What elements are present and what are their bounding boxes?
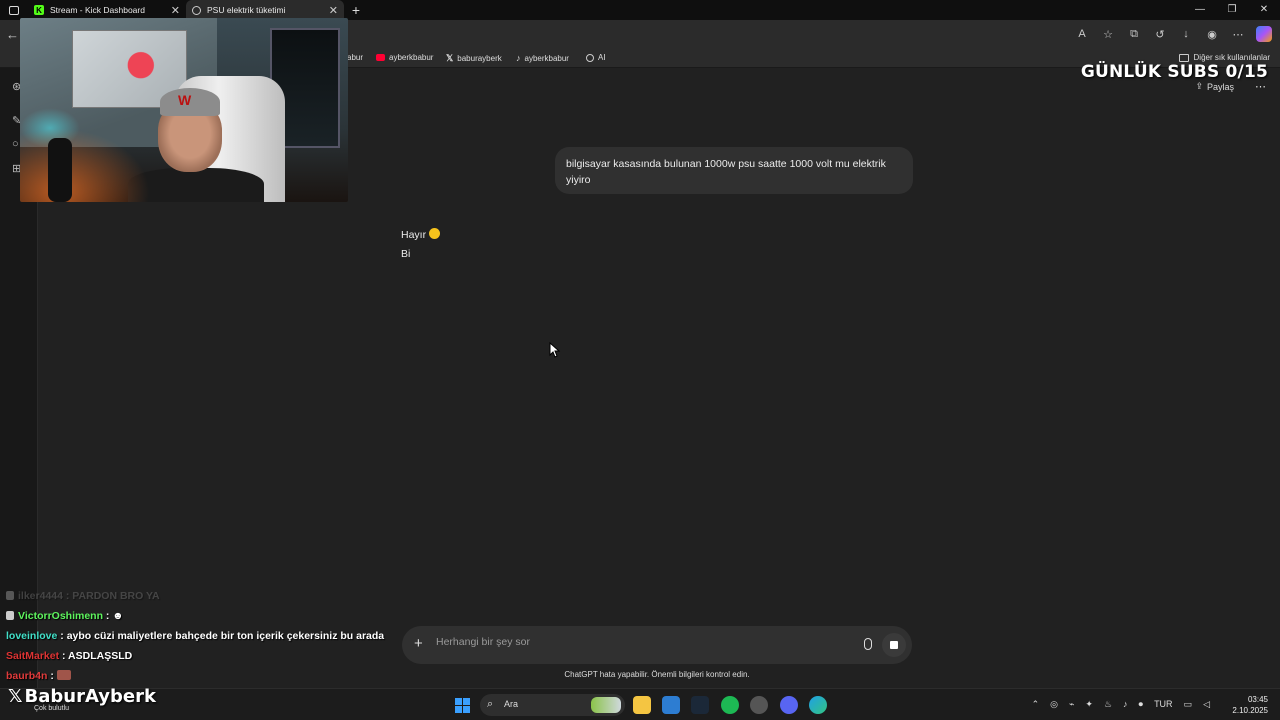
download-icon[interactable]: ↓ <box>1178 26 1194 42</box>
share-icon: ⇪ <box>1195 81 1203 91</box>
smile-emoji-icon <box>429 228 441 239</box>
x-logo-icon: 𝕏 <box>8 686 23 707</box>
youtube-icon <box>376 54 385 61</box>
kick-icon: K <box>34 5 44 15</box>
chatgpt-icon <box>192 5 201 15</box>
close-tab-icon[interactable]: ✕ <box>329 4 338 17</box>
close-window-button[interactable]: ✕ <box>1248 0 1280 20</box>
emote-icon: ☻ <box>112 610 124 622</box>
chatgpt-icon <box>586 53 594 62</box>
weather-text: Çok bulutlu <box>34 705 70 712</box>
dictate-mic-icon[interactable] <box>864 638 872 650</box>
start-button[interactable] <box>455 698 470 713</box>
chat-message: SaitMarket : ASDLAŞSLD <box>6 650 133 662</box>
search-highlight-image <box>591 697 621 713</box>
stop-icon <box>890 641 898 649</box>
emote-icon <box>56 670 71 680</box>
new-tab-button[interactable]: + <box>344 2 368 18</box>
mic-tray-icon[interactable]: ⏺ <box>1139 699 1144 710</box>
tab-bar: K Stream - Kick Dashboard ✕ PSU elektrik… <box>0 0 1280 20</box>
language-indicator[interactable]: TUR <box>1154 699 1173 710</box>
close-tab-icon[interactable]: ✕ <box>171 4 180 17</box>
tray-app-icon[interactable]: ✦ <box>1085 699 1093 710</box>
speaker-icon[interactable]: ◁ <box>1203 699 1210 710</box>
stream-chat: ilker4444 : PARDON BRO YA VictorrOshimen… <box>6 586 406 686</box>
copilot-icon[interactable] <box>1256 26 1272 42</box>
more-menu-icon[interactable]: ⋯ <box>1230 26 1246 42</box>
prompt-composer: + <box>402 626 912 664</box>
spotify-icon[interactable] <box>721 696 739 714</box>
subs-goal: GÜNLÜK SUBS 0/15 <box>1080 62 1268 82</box>
volume-icon[interactable]: ♪ <box>1123 699 1128 710</box>
favorite-star-icon[interactable]: ☆ <box>1100 26 1116 42</box>
window-controls: — ❐ ✕ <box>1184 0 1280 20</box>
search-chats-icon[interactable]: ○ <box>12 138 19 150</box>
webcam-overlay: W <box>20 18 348 202</box>
minimize-button[interactable]: — <box>1184 0 1216 20</box>
brand-logo: 𝕏 BaburAyberk <box>8 686 156 707</box>
attach-plus-icon[interactable]: + <box>414 635 423 652</box>
bookmark-x[interactable]: 𝕏baburayberk <box>446 53 502 64</box>
network-icon[interactable]: ▭ <box>1184 699 1193 710</box>
clock[interactable]: 03:45 2.10.2025 <box>1232 694 1268 716</box>
profile-icon[interactable]: ◉ <box>1204 26 1220 42</box>
file-explorer-icon[interactable] <box>633 696 651 714</box>
system-tray: ⌃ ◎ ⌁ ✦ ♨ ♪ ⏺ TUR ▭ ◁ <box>1032 699 1210 710</box>
user-message: bilgisayar kasasında bulunan 1000w psu s… <box>555 147 913 194</box>
discord-icon[interactable] <box>780 696 798 714</box>
tab-psu[interactable]: PSU elektrik tüketimi ✕ <box>186 0 344 20</box>
tiktok-icon: ♪ <box>516 53 521 63</box>
store-icon[interactable] <box>662 696 680 714</box>
edge-icon[interactable] <box>809 696 827 714</box>
badge-icon <box>6 591 14 600</box>
chat-message: ilker4444 : PARDON BRO YA <box>6 586 406 606</box>
tray-app-icon[interactable]: ⌁ <box>1069 699 1074 710</box>
x-icon: 𝕏 <box>446 53 454 63</box>
taskbar-search[interactable]: ⌕ Ara <box>480 694 625 716</box>
maximize-button[interactable]: ❐ <box>1216 0 1248 20</box>
tray-app-icon[interactable]: ◎ <box>1050 699 1058 710</box>
folder-icon <box>1178 53 1189 62</box>
history-icon[interactable]: ↺ <box>1152 26 1168 42</box>
bookmark-youtube[interactable]: ayberkbabur <box>376 53 433 62</box>
share-button[interactable]: ⇪ Paylaş <box>1195 81 1234 92</box>
app-icon[interactable] <box>750 696 768 714</box>
tab-actions-button[interactable] <box>0 0 28 20</box>
badge-icon <box>6 611 14 620</box>
bookmark-tiktok[interactable]: ♪ ayberkbabur <box>516 53 569 63</box>
conversation-menu-icon[interactable]: ⋯ <box>1255 80 1266 93</box>
microphone <box>48 138 72 202</box>
extensions-icon[interactable]: ⧉ <box>1126 26 1142 42</box>
search-icon: ⌕ <box>487 698 494 710</box>
bookmark-item[interactable]: abur <box>347 53 363 62</box>
steam-tray-icon[interactable]: ♨ <box>1104 699 1112 710</box>
toolbar-icons: A ☆ ⧉ ↺ ↓ ◉ ⋯ <box>1074 26 1272 42</box>
bookmark-ai[interactable]: AI <box>586 53 606 62</box>
assistant-message: Hayır Bi <box>401 226 441 264</box>
windows-taskbar: ⌕ Ara ⌃ ◎ ⌁ ✦ ♨ ♪ ⏺ TUR ▭ ◁ 03:45 2.10.2… <box>0 688 1280 720</box>
chat-message: baurb4n : <box>6 666 406 686</box>
read-aloud-icon[interactable]: A <box>1074 26 1090 42</box>
steam-icon[interactable] <box>691 696 709 714</box>
prompt-input[interactable] <box>436 636 836 648</box>
chevron-up-icon[interactable]: ⌃ <box>1032 699 1040 710</box>
chat-message: VictorrOshimenn : ☻ <box>6 606 406 626</box>
stop-generating-button[interactable] <box>882 633 906 657</box>
other-bookmarks[interactable]: Diğer sık kullanılanlar <box>1178 53 1270 62</box>
back-icon[interactable]: ← <box>6 27 19 42</box>
chat-message: loveinlove : aybo cüzi maliyetlere bahçe… <box>6 630 385 642</box>
tab-kick-dashboard[interactable]: K Stream - Kick Dashboard ✕ <box>28 0 186 20</box>
